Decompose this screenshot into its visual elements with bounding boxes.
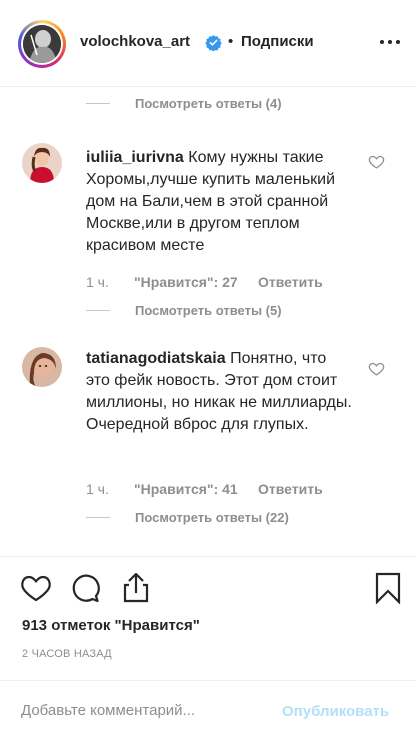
comment-body: tatianagodiatskaia Понятно, что это фейк… [86, 348, 354, 436]
view-replies-label: Посмотреть ответы (4) [135, 96, 282, 111]
comment-body: iuliia_iurivna Кому нужны такие Хоромы,л… [86, 147, 354, 257]
view-replies-button[interactable]: Посмотреть ответы (22) [86, 510, 289, 525]
post-author-username[interactable]: volochkova_art [80, 33, 190, 50]
reply-button[interactable]: Ответить [258, 481, 323, 497]
view-replies-label: Посмотреть ответы (5) [135, 303, 282, 318]
view-replies-button[interactable]: Посмотреть ответы (4) [86, 96, 282, 111]
view-replies-label: Посмотреть ответы (22) [135, 510, 289, 525]
comment-likes-count[interactable]: "Нравится": 41 [134, 481, 258, 497]
add-comment-input[interactable] [21, 702, 261, 719]
replies-divider-line [86, 517, 110, 518]
comment-avatar[interactable] [22, 143, 62, 183]
save-bookmark-icon[interactable] [374, 572, 402, 604]
post-timestamp[interactable]: 2 ЧАСОВ НАЗАД [22, 648, 112, 660]
comment-meta: 1 ч. "Нравится": 27 Ответить [86, 274, 323, 290]
add-comment-bar: Опубликовать [0, 680, 416, 744]
replies-divider-line [86, 310, 110, 311]
header-separator: • [228, 33, 234, 50]
comment-time: 1 ч. [86, 481, 109, 497]
comment-bubble-icon[interactable] [70, 573, 100, 603]
comment-time: 1 ч. [86, 274, 109, 290]
comment-like-heart-icon[interactable] [368, 360, 385, 377]
like-heart-icon[interactable] [20, 573, 52, 603]
more-options-icon[interactable] [378, 30, 402, 54]
comment-username[interactable]: iuliia_iurivna [86, 149, 184, 166]
replies-divider-line [86, 103, 110, 104]
publish-button[interactable]: Опубликовать [282, 703, 389, 720]
profile-avatar[interactable] [18, 20, 66, 68]
comment-likes-count[interactable]: "Нравится": 27 [134, 274, 258, 290]
comment-like-heart-icon[interactable] [368, 153, 385, 170]
post-action-bar [0, 556, 416, 557]
verified-badge-icon [205, 35, 222, 51]
post-header: volochkova_art • Подписки [0, 0, 416, 87]
comment-meta: 1 ч. "Нравится": 41 Ответить [86, 481, 323, 497]
following-button[interactable]: Подписки [241, 33, 314, 50]
share-icon[interactable] [120, 571, 152, 604]
reply-button[interactable]: Ответить [258, 274, 323, 290]
comment-username[interactable]: tatianagodiatskaia [86, 350, 226, 367]
post-likes-count[interactable]: 913 отметок "Нравится" [22, 617, 200, 634]
comment-avatar[interactable] [22, 347, 62, 387]
view-replies-button[interactable]: Посмотреть ответы (5) [86, 303, 282, 318]
